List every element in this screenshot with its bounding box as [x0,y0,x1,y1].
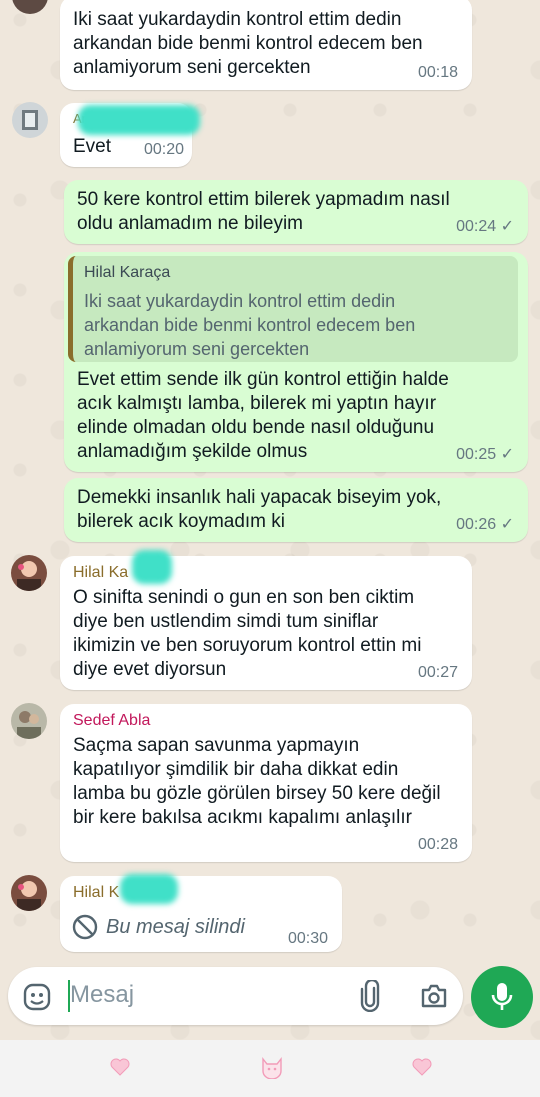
message-bubble-outgoing[interactable]: 50 kere kontrol ettim bilerek yapmadım n… [64,180,528,244]
mic-icon [490,981,514,1018]
sender-name: Hilal K [73,884,120,901]
message-time: 00:30 [287,930,328,947]
message-bubble-incoming[interactable]: Sedef Abla Saçma sapan savunma yapmayın … [60,704,472,862]
avatar-top-partial[interactable] [12,0,48,14]
message-text: Evet [73,136,112,157]
cat-face-icon[interactable] [259,1055,285,1084]
deleted-message-text: Bu mesaj silindi [106,916,245,938]
quote-text: Iki saat yukardaydin kontrol ettim dedin… [84,291,416,359]
attach-icon[interactable] [358,978,382,1017]
redaction-mark [120,874,178,904]
sender-name: Hilal Ka [73,564,129,581]
avatar-image [22,110,38,130]
redaction-mark [78,105,200,135]
avatar[interactable] [11,875,47,911]
heart-icon[interactable] [110,1058,130,1081]
message-time: 00:24 ✓ [456,218,514,235]
message-time: 00:26 ✓ [456,516,514,533]
message-text: Iki saat yukardaydin kontrol ettim dedin… [73,9,423,78]
sticker-icon[interactable] [22,982,52,1017]
heart-icon[interactable] [412,1058,432,1081]
quote-sender: Hilal Karaça [84,264,171,281]
message-time: 00:28 [417,836,458,853]
message-time: 00:18 [417,64,458,81]
redaction-mark [132,550,172,584]
avatar-image [17,711,41,739]
deleted-icon [72,914,98,945]
message-composer[interactable]: Mesaj [8,967,463,1025]
quoted-message[interactable]: Hilal Karaça Iki saat yukardaydin kontro… [68,256,518,362]
message-bubble-incoming[interactable]: Iki saat yukardaydin kontrol ettim dedin… [60,0,472,90]
message-bubble-incoming[interactable]: Hilal Ka O sinifta senindi o gun en son … [60,550,472,690]
camera-icon[interactable] [420,983,448,1014]
avatar[interactable] [12,102,48,138]
message-text: Saçma sapan savunma yapmayın kapatılıyor… [73,735,441,828]
message-bubble-incoming[interactable]: An Evet 00:20 [60,103,200,167]
voice-message-button[interactable] [471,966,533,1028]
message-time: 00:27 [417,664,458,681]
message-text: O sinifta senindi o gun en son ben cikti… [73,587,422,680]
avatar[interactable] [11,703,47,739]
sender-name: Sedef Abla [73,712,151,729]
message-text: Evet ettim sende ilk gün kontrol ettiğin… [77,369,449,462]
message-time: 00:20 [143,141,184,158]
message-input[interactable]: Mesaj [70,981,134,1009]
message-bubble-outgoing[interactable]: Hilal Karaça Iki saat yukardaydin kontro… [64,252,528,472]
message-bubble-incoming[interactable]: Hilal K Bu mesaj silindi 00:30 [60,874,342,952]
avatar-image [17,561,41,591]
message-bubble-outgoing[interactable]: Demekki insanlık hali yapacak biseyim yo… [64,478,528,542]
avatar[interactable] [11,555,47,591]
chat-background: Iki saat yukardaydin kontrol ettim dedin… [0,0,540,1040]
avatar-image [17,881,41,911]
system-navigation-bar [0,1040,540,1097]
message-text: Demekki insanlık hali yapacak biseyim yo… [77,487,442,532]
message-time: 00:25 ✓ [456,446,514,463]
message-text: 50 kere kontrol ettim bilerek yapmadım n… [77,189,450,234]
